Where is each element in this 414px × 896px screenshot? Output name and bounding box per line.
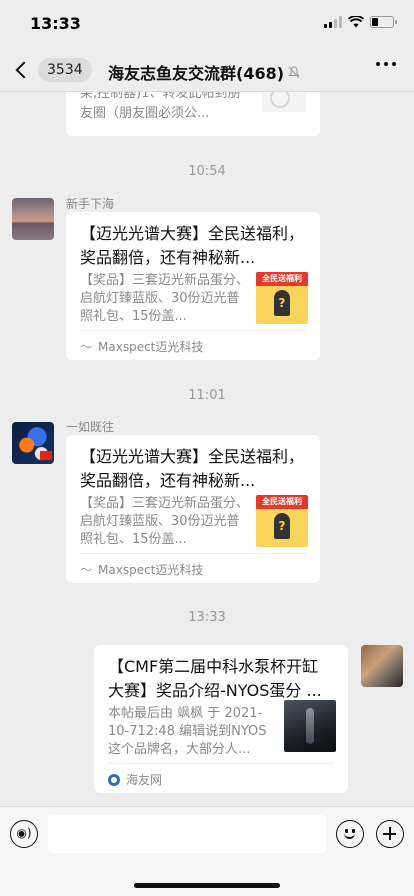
input-bar: ◉) [0, 806, 414, 896]
card-desc: 本帖最后由 飒枫 于 2021-10-712:48 编辑说到NYOS这个品牌名，… [108, 706, 267, 757]
unread-count-badge: 3534 [38, 58, 92, 82]
timestamp: 10:54 [188, 164, 226, 179]
haiyou-logo-icon [108, 773, 120, 786]
question-mark-icon: ? [274, 513, 290, 539]
poster-banner: 全民送福利 [256, 495, 308, 509]
question-mark-icon: ? [274, 290, 290, 316]
card-source: 海友网 [108, 771, 162, 788]
home-indicator [134, 883, 280, 888]
card-thumbnail [284, 700, 336, 752]
wifi-icon [348, 16, 364, 28]
avatar[interactable] [12, 198, 54, 240]
partial-card-thumbnail [262, 92, 306, 112]
voice-input-button[interactable]: ◉) [10, 820, 38, 848]
chat-header: 3534 海友志鱼友交流群(468) [0, 48, 414, 92]
link-card[interactable]: 【迈光光谱大赛】全民送福利，奖品翻倍，还有神秘新... 【奖品】三套迈光新品蛋分… [66, 212, 320, 360]
source-name: Maxspect迈光科技 [98, 563, 204, 577]
emoji-button[interactable] [336, 820, 364, 848]
card-source: 〜 Maxspect迈光科技 [80, 561, 203, 578]
link-card[interactable]: 【迈光光谱大赛】全民送福利，奖品翻倍，还有神秘新... 【奖品】三套迈光新品蛋分… [66, 435, 320, 583]
card-divider [80, 553, 306, 554]
card-divider [80, 330, 306, 331]
battery-icon [370, 16, 397, 28]
signal-icon [324, 16, 342, 28]
card-divider [108, 763, 334, 764]
card-title: 【CMF第二届中科水泵杯开缸大赛】奖品介绍-NYOS蛋分 ... [108, 657, 322, 700]
partial-card-desc: 架,控制器)1、转发此帖到朋友圈（朋友圈必须公... [80, 92, 241, 121]
link-card[interactable]: 【CMF第二届中科水泵杯开缸大赛】奖品介绍-NYOS蛋分 ... 本帖最后由 飒… [94, 645, 348, 793]
partial-link-card[interactable]: 架,控制器)1、转发此帖到朋友圈（朋友圈必须公... [66, 92, 320, 136]
timestamp: 11:01 [188, 388, 226, 403]
maxspect-logo-icon: 〜 [80, 340, 93, 354]
card-thumbnail: 全民送福利 ? [256, 495, 308, 547]
timestamp: 13:33 [188, 610, 226, 625]
more-options-button[interactable] [376, 62, 396, 66]
more-actions-button[interactable] [376, 820, 404, 848]
status-icons [324, 16, 397, 28]
my-avatar[interactable] [361, 645, 403, 687]
back-button[interactable]: 3534 [10, 56, 92, 84]
chat-title: 海友志鱼友交流群(468) [108, 60, 300, 84]
sender-name: 一如既往 [66, 420, 115, 434]
card-desc: 【奖品】三套迈光新品蛋分、启航灯臻蓝版、30份迈光普照礼包、15份盖... [80, 496, 250, 547]
card-thumbnail: 全民送福利 ? [256, 272, 308, 324]
message-input[interactable] [48, 815, 326, 853]
card-desc: 【奖品】三套迈光新品蛋分、启航灯臻蓝版、30份迈光普照礼包、15份盖... [80, 273, 250, 324]
maxspect-logo-icon: 〜 [80, 563, 93, 577]
avatar[interactable] [12, 422, 54, 464]
status-time: 13:33 [30, 14, 81, 33]
card-title: 【迈光光谱大赛】全民送福利，奖品翻倍，还有神秘新... [80, 224, 305, 267]
source-name: 海友网 [126, 773, 163, 787]
source-name: Maxspect迈光科技 [98, 340, 204, 354]
flag-icon [40, 451, 52, 460]
voice-icon: ◉) [16, 826, 32, 840]
card-title: 【迈光光谱大赛】全民送福利，奖品翻倍，还有神秘新... [80, 447, 305, 490]
status-bar: 13:33 [0, 0, 414, 48]
poster-banner: 全民送福利 [256, 272, 308, 286]
sender-name: 新手下海 [66, 197, 115, 211]
back-chevron-icon [15, 61, 33, 79]
mute-icon [288, 65, 300, 78]
chat-message-list[interactable]: 架,控制器)1、转发此帖到朋友圈（朋友圈必须公... 10:54 新手下海 【迈… [0, 92, 414, 806]
card-source: 〜 Maxspect迈光科技 [80, 338, 203, 355]
group-name: 海友志鱼友交流群(468) [108, 64, 285, 83]
